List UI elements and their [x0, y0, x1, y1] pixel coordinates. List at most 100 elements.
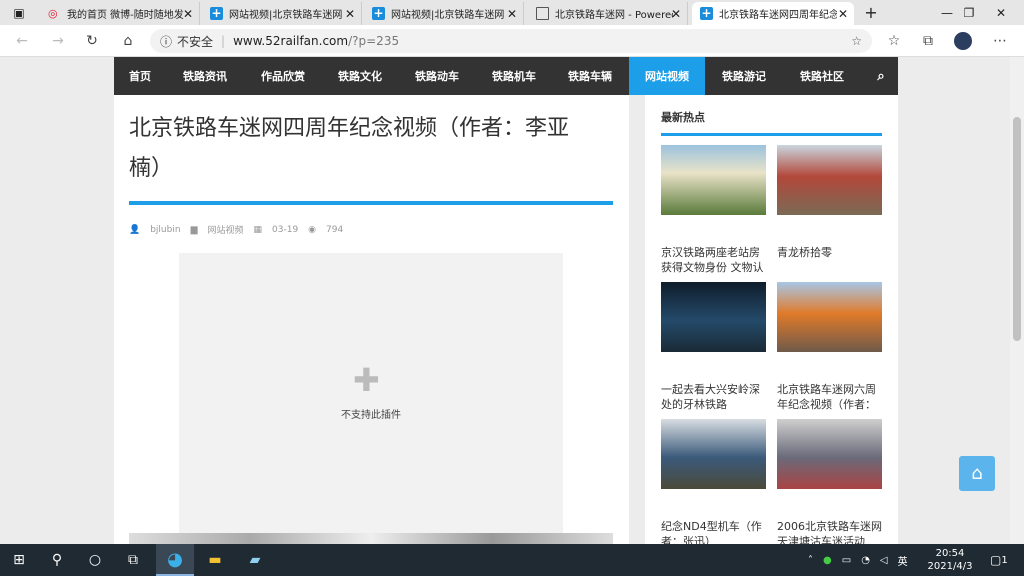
sidebar-heading: 最新热点 — [661, 111, 705, 124]
nav-item[interactable]: 铁路文化 — [322, 57, 398, 95]
thumbnail[interactable] — [661, 145, 766, 215]
close-window-button[interactable]: ✕ — [978, 0, 1024, 25]
calendar-icon: ▦ — [253, 224, 263, 235]
sidebar: 最新热点 京汉铁路两座老站房获得文物身份 文物认 青龙桥拾零 一起去看大兴安岭深… — [645, 95, 898, 544]
task-view-icon[interactable]: ⧉ — [114, 544, 152, 576]
warning-icon: ⓘ — [160, 34, 173, 49]
hot-item[interactable]: 2006北京铁路车迷网天津塘沽车迷活动 — [777, 419, 882, 544]
nav-item[interactable]: 铁路社区 — [783, 57, 861, 95]
post-date: 03-19 — [272, 224, 299, 235]
tab-active[interactable]: + 北京铁路车迷网四周年纪念 ✕ — [692, 2, 854, 25]
thumbnail[interactable] — [777, 419, 882, 489]
volume-icon[interactable]: ◁ — [880, 555, 888, 566]
nav-item[interactable]: 铁路动车 — [398, 57, 476, 95]
forward-arrow-icon[interactable]: → — [48, 31, 68, 51]
title-underline — [129, 201, 613, 205]
collections-icon[interactable]: ⧉ — [918, 31, 938, 51]
search-icon[interactable]: ⌕ — [864, 57, 898, 95]
hot-item[interactable]: 北京铁路车迷网六周年纪念视频（作者： — [777, 282, 882, 412]
file-explorer-icon[interactable]: ▬ — [196, 544, 234, 576]
content-image-strip — [129, 533, 613, 544]
plugin-message: 不支持此插件 — [341, 410, 401, 421]
ime-indicator[interactable]: 英 — [898, 553, 908, 568]
profile-avatar[interactable] — [954, 32, 972, 50]
tab-weibo[interactable]: ◎ 我的首页 微博-随时随地发 ✕ — [40, 2, 200, 25]
edge-icon[interactable]: ◕ — [156, 544, 194, 576]
chevron-up-icon[interactable]: ˄ — [808, 555, 813, 566]
hot-item-caption[interactable]: 纪念ND4型机车（作者：张迅） — [661, 519, 766, 544]
clock-date: 2021/4/3 — [927, 561, 973, 572]
thumbnail[interactable] — [661, 419, 766, 489]
back-arrow-icon[interactable]: ← — [12, 31, 32, 51]
nav-item[interactable]: 铁路资讯 — [166, 57, 244, 95]
hot-item[interactable]: 青龙桥拾零 — [777, 145, 882, 275]
nav-item[interactable]: 首页 — [114, 57, 166, 95]
thumbnail[interactable] — [777, 145, 882, 215]
notification-icon[interactable]: ▢ 1 — [990, 544, 1008, 576]
hot-item[interactable]: 纪念ND4型机车（作者：张迅） — [661, 419, 766, 544]
thumbnail[interactable] — [661, 282, 766, 352]
tab-video-1[interactable]: + 网站视频|北京铁路车迷网 ✕ — [202, 2, 362, 25]
site-plus-icon: + — [372, 6, 385, 20]
windows-start-icon[interactable]: ⊞ — [0, 544, 38, 576]
close-icon[interactable]: ✕ — [671, 7, 681, 21]
more-menu-icon[interactable]: ⋯ — [990, 31, 1010, 51]
system-tray: ˄ ● ▭ ◔ ◁ 英 — [808, 544, 908, 576]
scrollbar-thumb[interactable] — [1013, 117, 1021, 341]
close-icon[interactable]: ✕ — [507, 7, 517, 21]
video-plugin-placeholder[interactable]: ✚ 不支持此插件 — [179, 253, 563, 533]
eye-icon: ◉ — [308, 224, 317, 235]
hot-item[interactable]: 京汉铁路两座老站房获得文物身份 文物认 — [661, 145, 766, 275]
favorite-star-icon[interactable]: ☆ — [851, 34, 862, 48]
thumbnail[interactable] — [777, 282, 882, 352]
home-icon[interactable]: ⌂ — [118, 31, 138, 51]
close-icon[interactable]: ✕ — [838, 7, 848, 21]
favorites-icon[interactable]: ☆ — [884, 31, 904, 51]
home-float-button[interactable]: ⌂ — [959, 456, 995, 491]
tab-powered[interactable]: 北京铁路车迷网 - Powered ✕ — [528, 2, 688, 25]
sidebar-heading-bar — [661, 133, 882, 136]
nav-item[interactable]: 铁路游记 — [705, 57, 783, 95]
clock-time: 20:54 — [935, 548, 965, 559]
site-nav: 首页 铁路资讯 作品欣赏 铁路文化 铁路动车 铁路机车 铁路车辆 网站视频 铁路… — [114, 57, 898, 95]
article: 北京铁路车迷网四周年纪念视频（作者：李亚楠） 👤 bjlubin ▆ 网站视频 ▦ 0… — [114, 95, 629, 544]
search-icon[interactable]: ⚲ — [38, 544, 76, 576]
nav-item[interactable]: 作品欣赏 — [244, 57, 322, 95]
new-tab-button[interactable]: + — [856, 0, 886, 25]
post-title: 北京铁路车迷网四周年纪念视频（作者：李亚楠） — [129, 116, 570, 181]
url-field[interactable]: ⓘ 不安全 | www.52railfan.com/?p=235 ☆ — [150, 29, 872, 53]
security-icon[interactable]: ● — [823, 555, 832, 566]
hot-item-caption[interactable]: 一起去看大兴安岭深处的牙林铁路 — [661, 382, 766, 412]
nav-item[interactable]: 铁路机车 — [476, 57, 552, 95]
hot-item-caption[interactable]: 京汉铁路两座老站房获得文物身份 文物认 — [661, 245, 766, 275]
battery-icon[interactable]: ▭ — [842, 555, 851, 566]
page-scrollbar[interactable] — [1010, 57, 1024, 544]
folder-icon: ▆ — [190, 224, 198, 235]
cortana-icon[interactable]: ○ — [76, 544, 114, 576]
notepad-icon[interactable]: ▰ — [236, 544, 274, 576]
hot-item[interactable]: 一起去看大兴安岭深处的牙林铁路 — [661, 282, 766, 412]
category-link[interactable]: 网站视频 — [207, 223, 243, 236]
author-link[interactable]: bjlubin — [150, 225, 180, 235]
address-bar-row: ← → ↻ ⌂ ⓘ 不安全 | www.52railfan.com/?p=235… — [0, 25, 1024, 57]
hot-item-caption[interactable]: 北京铁路车迷网六周年纪念视频（作者： — [777, 382, 882, 412]
nav-item[interactable]: 铁路车辆 — [552, 57, 628, 95]
notification-count: 1 — [1001, 554, 1008, 566]
author-icon: 👤 — [129, 224, 141, 235]
close-icon[interactable]: ✕ — [345, 7, 355, 21]
url-text: www.52railfan.com/?p=235 — [233, 34, 400, 48]
url-separator: | — [221, 34, 226, 48]
close-icon[interactable]: ✕ — [183, 7, 193, 21]
site-plus-icon: + — [700, 6, 713, 20]
clock[interactable]: 20:54 2021/4/3 — [926, 544, 974, 576]
tab-strip: ▣ ◎ 我的首页 微博-随时随地发 ✕ + 网站视频|北京铁路车迷网 ✕ + 网… — [0, 0, 1024, 25]
page-viewport: 首页 铁路资讯 作品欣赏 铁路文化 铁路动车 铁路机车 铁路车辆 网站视频 铁路… — [0, 57, 1010, 544]
hot-item-caption[interactable]: 2006北京铁路车迷网天津塘沽车迷活动 — [777, 519, 882, 544]
tab-actions-button[interactable]: ▣ — [0, 0, 38, 25]
nav-item-active[interactable]: 网站视频 — [629, 57, 705, 95]
weibo-icon: ◎ — [48, 7, 58, 20]
refresh-icon[interactable]: ↻ — [82, 31, 102, 51]
wifi-icon[interactable]: ◔ — [861, 555, 870, 566]
tab-video-2[interactable]: + 网站视频|北京铁路车迷网 ✕ — [364, 2, 524, 25]
hot-item-caption[interactable]: 青龙桥拾零 — [777, 245, 882, 275]
